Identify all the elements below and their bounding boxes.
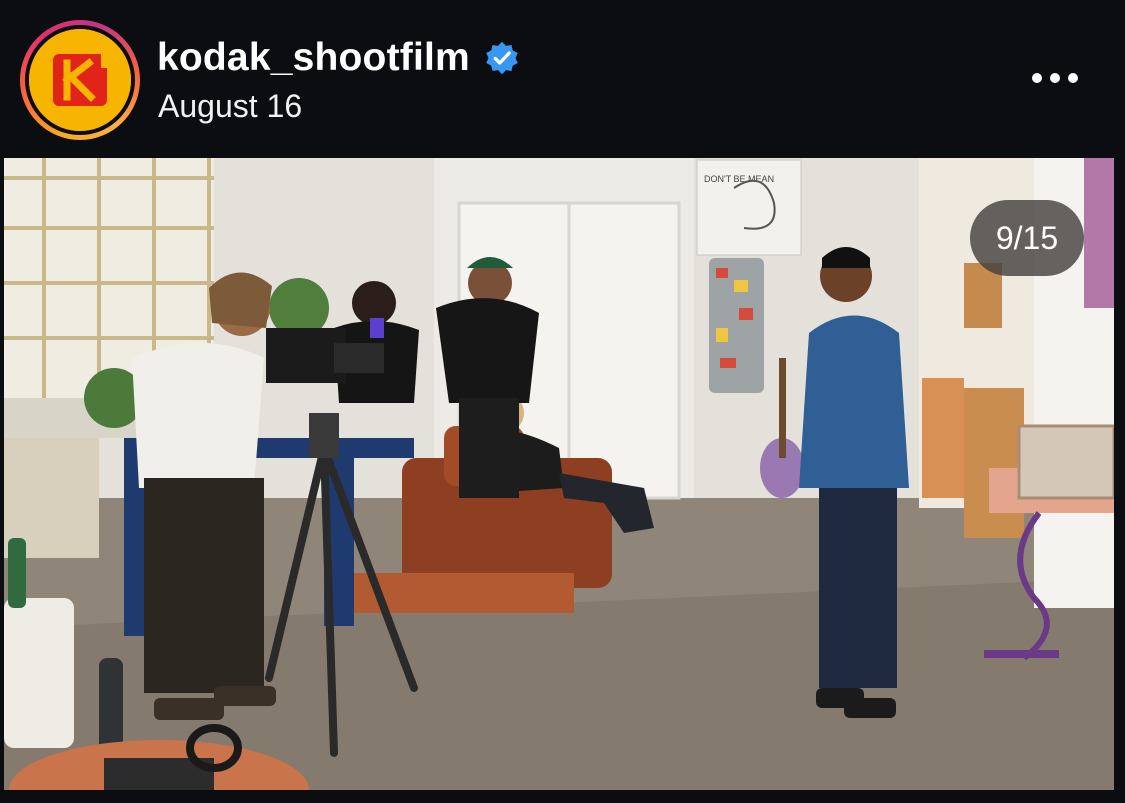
story-ring[interactable] bbox=[20, 20, 140, 140]
film-set-photo: DON'T BE MEAN bbox=[4, 158, 1114, 790]
verified-badge-icon bbox=[486, 41, 518, 75]
username-link[interactable]: kodak_shootfilm bbox=[157, 36, 470, 80]
kodak-logo-icon bbox=[29, 29, 131, 131]
more-options-icon[interactable] bbox=[1020, 55, 1090, 101]
wall-sign-text: DON'T BE MEAN bbox=[704, 174, 774, 184]
post-header: kodak_shootfilm August 16 bbox=[0, 0, 1125, 150]
username-row: kodak_shootfilm bbox=[157, 34, 520, 82]
avatar[interactable] bbox=[29, 29, 131, 131]
post-date: August 16 bbox=[158, 88, 303, 124]
post-photo[interactable]: DON'T BE MEAN 9/15 bbox=[4, 158, 1114, 790]
carousel-counter: 9/15 bbox=[970, 200, 1084, 276]
